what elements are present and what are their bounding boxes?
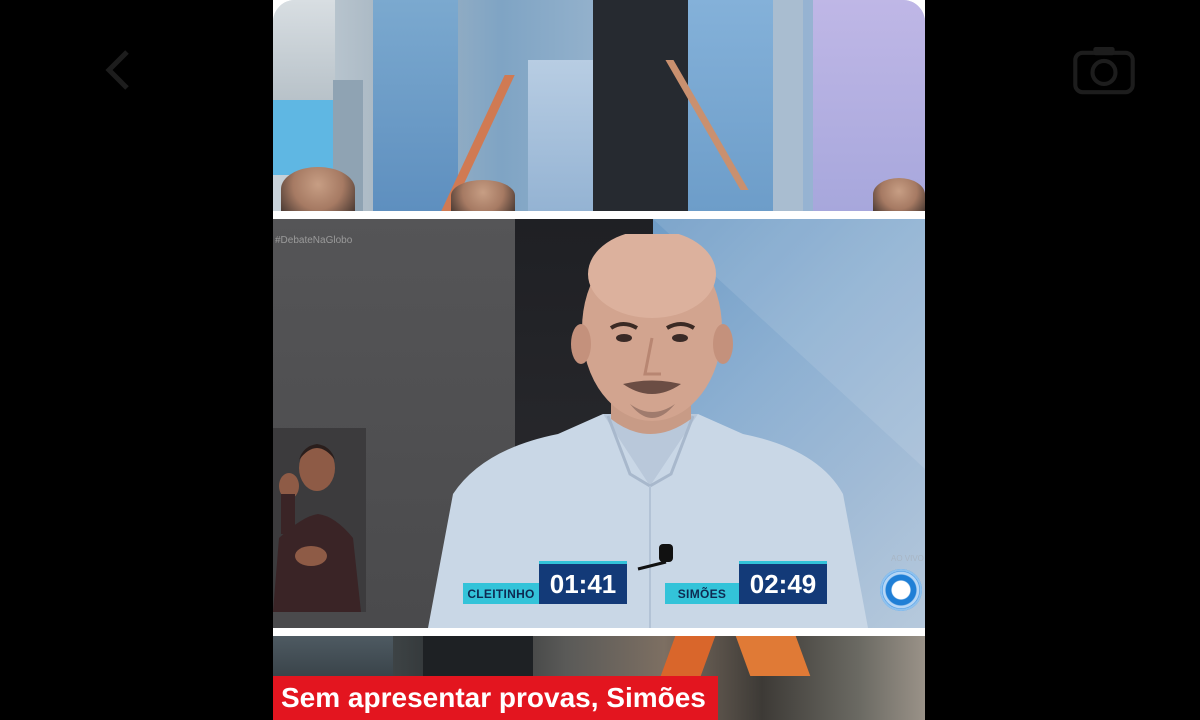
hashtag-watermark: #DebateNaGlobo: [275, 235, 353, 246]
debate-video-panel[interactable]: #DebateNaGlobo CLEITINHO 01:41 SIMÕES 02…: [273, 219, 925, 628]
timer-time: 02:49: [739, 561, 827, 604]
divider: [273, 628, 925, 636]
interpreter-figure: [273, 444, 361, 612]
timer-name: SIMÕES: [665, 583, 739, 604]
camera-icon: [1073, 47, 1135, 95]
divider: [273, 211, 925, 219]
candidate-head: [451, 180, 515, 211]
candidate-head: [281, 167, 355, 211]
headline-banner: Sem apresentar provas, Simões: [273, 676, 718, 720]
live-label: AO VIVO: [891, 554, 924, 563]
video-frame[interactable]: #DebateNaGlobo CLEITINHO 01:41 SIMÕES 02…: [273, 0, 925, 720]
sign-language-interpreter: [273, 428, 366, 612]
timer-time: 01:41: [539, 561, 627, 604]
timer-simoes: SIMÕES 02:49: [665, 561, 830, 609]
studio-overview-panel: [273, 0, 925, 211]
candidate-head: [873, 178, 925, 211]
globo-logo-icon: [880, 569, 922, 611]
camera-button[interactable]: [1072, 38, 1136, 102]
back-button[interactable]: [86, 38, 150, 102]
timer-name: CLEITINHO: [463, 583, 539, 604]
timer-cleitinho: CLEITINHO 01:41: [463, 561, 628, 609]
chevron-left-icon: [105, 50, 129, 90]
headline-panel: Sem apresentar provas, Simões: [273, 636, 925, 720]
